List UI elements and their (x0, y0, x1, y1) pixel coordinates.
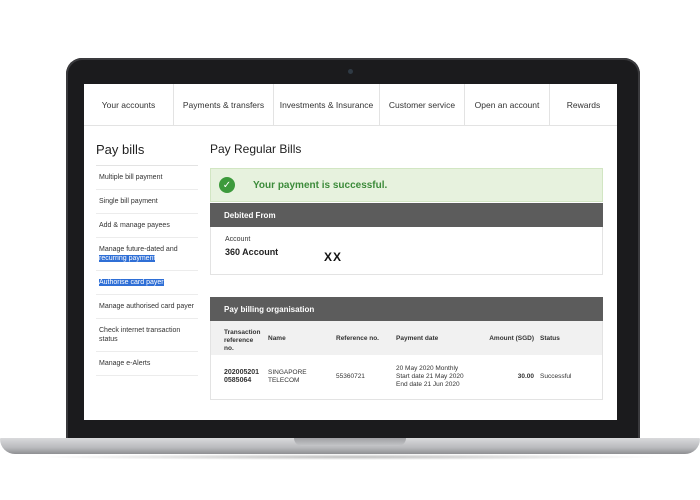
nav-payments-transfers[interactable]: Payments & transfers (174, 84, 274, 126)
debited-from-header: Debited From (210, 203, 603, 227)
account-label: Account (225, 236, 251, 243)
cell-transaction-ref: 202005201 0585064 (224, 369, 260, 384)
browser-screen: Your accounts Payments & transfers Inves… (84, 84, 617, 420)
sidebar-item-transaction-status[interactable]: Check internet transaction status (96, 319, 198, 352)
debited-from-panel: Account 360 Account XX (210, 227, 603, 275)
success-message: Your payment is successful. (253, 179, 388, 191)
col-header-payment-date: Payment date (396, 335, 439, 342)
sidebar-item-label: Multiple bill payment (99, 174, 163, 181)
laptop-shadow (30, 454, 670, 460)
sidebar-item-label: Check internet transaction status (99, 327, 181, 343)
col-header-amount: Amount (SGD) (489, 335, 534, 342)
nav-investments-insurance[interactable]: Investments & Insurance (274, 84, 380, 126)
nav-open-account[interactable]: Open an account (465, 84, 550, 126)
sidebar-item-single-bill[interactable]: Single bill payment (96, 190, 198, 214)
account-number-masked: XX (324, 250, 343, 264)
checkmark-icon: ✓ (219, 177, 235, 193)
laptop-base-notch (294, 438, 406, 446)
cell-status: Successful (540, 373, 572, 380)
cell-amount: 30.00 (517, 373, 534, 380)
sidebar-item-manage-payees[interactable]: Add & manage payees (96, 214, 198, 238)
nav-your-accounts[interactable]: Your accounts (84, 84, 174, 126)
billing-table: Transaction reference no. Name Reference… (210, 321, 603, 400)
sidebar-item-label: Single bill payment (99, 198, 158, 205)
sidebar-item-authorise-card-payer[interactable]: Authorise card payer (96, 271, 198, 295)
billing-organisation-header: Pay billing organisation (210, 297, 603, 321)
col-header-transaction-ref: Transaction reference no. (224, 329, 261, 352)
col-header-status: Status (540, 335, 560, 342)
sidebar-item-label: Manage e-Alerts (99, 360, 151, 367)
webcam-icon (348, 69, 353, 74)
table-header-row: Transaction reference no. Name Reference… (211, 321, 602, 355)
table-row: 202005201 0585064 SINGAPORE TELECOM 5536… (211, 355, 602, 399)
col-header-name: Name (268, 335, 286, 342)
nav-customer-service[interactable]: Customer service (380, 84, 465, 126)
cell-reference: 55360721 (336, 373, 365, 380)
sidebar-item-label: Manage authorised card payer (99, 303, 194, 310)
sidebar-item-label: Add & manage payees (99, 222, 170, 229)
col-header-reference: Reference no. (336, 335, 379, 342)
sidebar-item-multiple-bill[interactable]: Multiple bill payment (96, 166, 198, 190)
sidebar-item-e-alerts[interactable]: Manage e-Alerts (96, 352, 198, 376)
cell-payment-date: 20 May 2020 Monthly Start date 21 May 20… (396, 365, 464, 388)
page-title: Pay Regular Bills (210, 142, 302, 156)
cell-name: SINGAPORE TELECOM (268, 369, 307, 384)
sidebar: Pay bills Multiple bill payment Single b… (96, 142, 198, 376)
sidebar-item-future-dated[interactable]: Manage future-dated and recurring payment (96, 238, 198, 271)
sidebar-item-label-highlighted: Authorise card payer (99, 279, 164, 286)
nav-rewards[interactable]: Rewards (550, 84, 617, 126)
sidebar-item-label: Manage future-dated and (99, 246, 178, 253)
sidebar-item-label-highlighted: recurring payment (99, 255, 156, 262)
sidebar-item-manage-authorised-payer[interactable]: Manage authorised card payer (96, 295, 198, 319)
account-name: 360 Account (225, 247, 279, 257)
top-navigation: Your accounts Payments & transfers Inves… (84, 84, 617, 126)
success-banner: ✓ Your payment is successful. (210, 168, 603, 202)
sidebar-title: Pay bills (96, 142, 198, 166)
main-content: Pay Regular Bills ✓ Your payment is succ… (210, 142, 603, 400)
